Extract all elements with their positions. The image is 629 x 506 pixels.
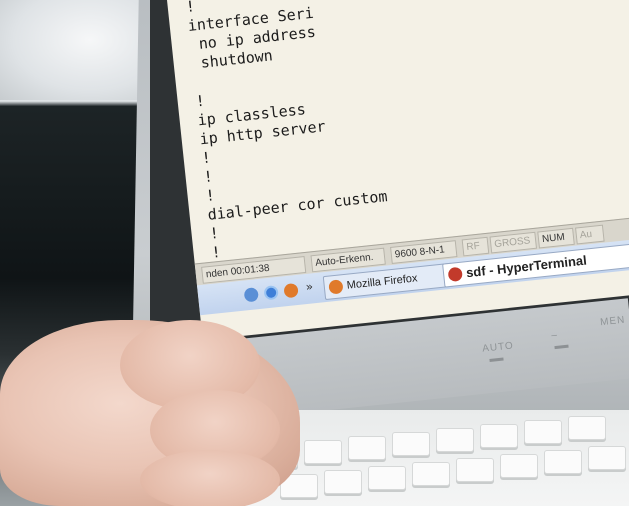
keyboard-key[interactable] (524, 420, 562, 444)
status-au: Au (575, 224, 605, 245)
monitor-screen: ! interface Seri no ip address shutdown … (167, 0, 629, 341)
hand (0, 320, 300, 506)
taskbar-hyperterminal-label: sdf - HyperTerminal (465, 252, 588, 281)
show-desktop-icon[interactable] (243, 287, 259, 303)
chevron-more-icon[interactable]: » (305, 279, 314, 294)
keyboard-key[interactable] (368, 466, 406, 490)
keyboard-key[interactable] (412, 462, 450, 486)
keyboard-key[interactable] (544, 450, 582, 474)
finger (140, 450, 280, 506)
bezel-menu-label: MEN (599, 314, 626, 329)
photo: ! interface Seri no ip address shutdown … (0, 0, 629, 506)
keyboard-key[interactable] (392, 432, 430, 456)
minus-button[interactable] (554, 344, 569, 350)
firefox-quicklaunch-icon[interactable] (283, 282, 299, 299)
keyboard-key[interactable] (324, 470, 362, 494)
keyboard-key[interactable] (500, 454, 538, 478)
keyboard-key[interactable] (588, 446, 626, 470)
bezel-dash-label: – (550, 329, 559, 342)
bezel-auto-label: AUTO (481, 340, 515, 355)
status-rf: RF (461, 236, 490, 257)
keyboard-key[interactable] (480, 424, 518, 448)
hyperterminal-icon (447, 266, 463, 283)
keyboard-key[interactable] (568, 416, 606, 440)
keyboard-key[interactable] (348, 436, 386, 460)
taskbar-firefox-label: Mozilla Firefox (346, 272, 419, 292)
background-highlight (0, 0, 150, 100)
keyboard-key[interactable] (456, 458, 494, 482)
internet-explorer-icon[interactable] (263, 285, 279, 301)
auto-button[interactable] (489, 357, 504, 362)
firefox-icon (328, 279, 344, 295)
keyboard-key[interactable] (436, 428, 474, 452)
keyboard-key[interactable] (304, 440, 342, 464)
